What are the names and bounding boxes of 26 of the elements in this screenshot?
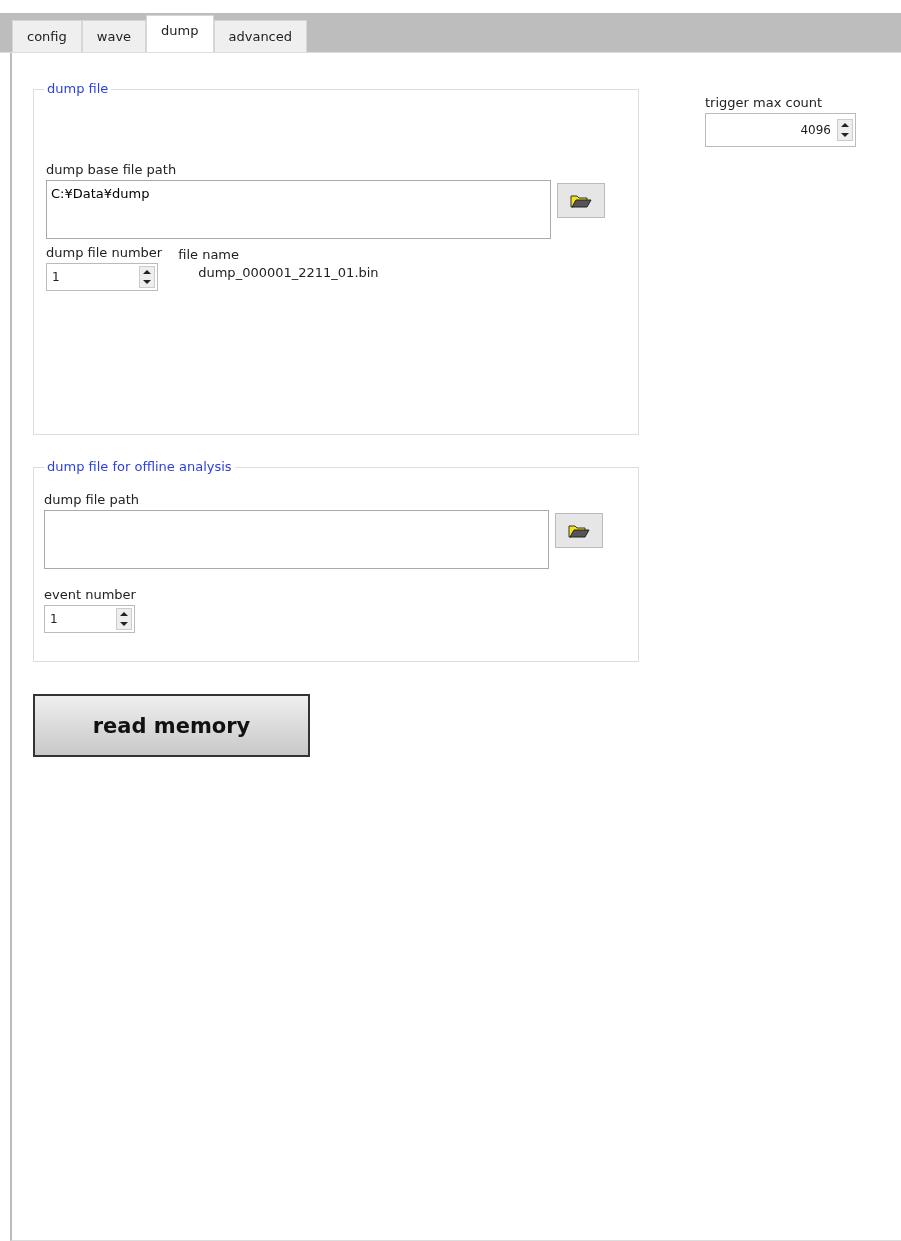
- field-label: trigger max count: [705, 95, 824, 110]
- path-field[interactable]: C:¥Data¥dump: [46, 180, 551, 239]
- browse-button[interactable]: [555, 513, 603, 548]
- field-label: dump base file path: [46, 162, 178, 177]
- tab[interactable]: wave: [81, 20, 147, 52]
- field-label: event number: [44, 587, 137, 602]
- folder-icon: [570, 193, 592, 208]
- field-label: dump file number: [46, 245, 163, 260]
- number-field[interactable]: 4096: [705, 113, 856, 147]
- file-name-text: dump_000001_2211_01.bin: [197, 265, 379, 280]
- number-field[interactable]: 1: [46, 263, 158, 291]
- path-field[interactable]: [44, 510, 549, 569]
- number-field[interactable]: 1: [44, 605, 135, 633]
- tab[interactable]: dump: [146, 15, 214, 52]
- spinner-icon[interactable]: [139, 266, 155, 288]
- read-memory-button[interactable]: read memory: [33, 694, 310, 757]
- browse-button[interactable]: [557, 183, 605, 218]
- tab[interactable]: config: [12, 20, 82, 52]
- spinner-icon[interactable]: [116, 608, 132, 630]
- field-label: dump file path: [44, 492, 141, 507]
- tab[interactable]: advanced: [213, 20, 307, 52]
- spinner-icon[interactable]: [837, 119, 853, 141]
- group-title: dump file for offline analysis: [44, 459, 235, 474]
- group-title: dump file: [44, 81, 112, 96]
- field-label: file name: [178, 247, 241, 262]
- folder-icon: [568, 523, 590, 538]
